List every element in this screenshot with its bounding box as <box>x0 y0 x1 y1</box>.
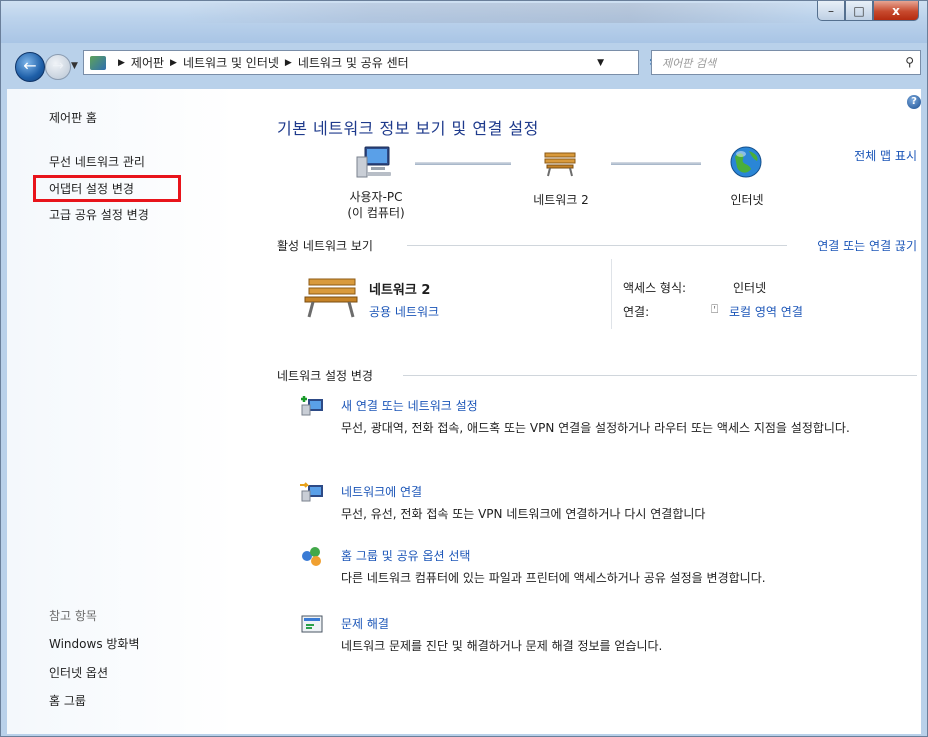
arrow-left-icon: ← <box>23 56 37 75</box>
divider <box>611 259 612 329</box>
main-panel: 기본 네트워크 정보 보기 및 연결 설정 전체 맵 표시 사용자-PC (이 … <box>277 89 917 734</box>
connection-icon: ⍞ <box>711 302 719 316</box>
sidebar-home-link[interactable]: 제어판 홈 <box>49 109 97 126</box>
connector-line <box>415 162 511 165</box>
task-troubleshoot-desc: 네트워크 문제를 진단 및 해결하거나 문제 해결 정보를 얻습니다. <box>341 639 663 653</box>
connection-link[interactable]: 로컬 영역 연결 <box>729 303 803 320</box>
network-label: 네트워크 2 <box>533 193 589 207</box>
see-also-internet-options[interactable]: 인터넷 옵션 <box>49 664 108 681</box>
arrow-right-icon: → <box>52 58 64 74</box>
chevron-right-icon[interactable]: ▶ <box>118 58 125 68</box>
sidebar-item-advanced-sharing[interactable]: 고급 공유 설정 변경 <box>49 206 149 223</box>
network-settings-header: 네트워크 설정 변경 <box>277 369 373 383</box>
access-type-value: 인터넷 <box>733 281 767 295</box>
title-bar: – □ x <box>1 1 927 43</box>
globe-icon <box>730 146 762 178</box>
active-networks-header: 활성 네트워크 보기 <box>277 239 373 253</box>
troubleshoot-icon <box>301 615 323 633</box>
task-homegroup-link[interactable]: 홈 그룹 및 공유 옵션 선택 <box>341 547 470 564</box>
connect-disconnect-link[interactable]: 연결 또는 연결 끊기 <box>817 237 917 254</box>
connection-label: 연결: <box>623 305 650 319</box>
forward-button[interactable]: → <box>45 54 71 80</box>
address-bar[interactable]: ▶ 제어판 ▶ 네트워크 및 인터넷 ▶ 네트워크 및 공유 센터 ▼ <box>83 50 639 75</box>
bench-icon <box>304 278 358 318</box>
connector-line <box>611 162 701 165</box>
control-panel-icon <box>90 55 106 70</box>
breadcrumb-network-internet[interactable]: 네트워크 및 인터넷 <box>183 54 279 71</box>
breadcrumb: ▶ 제어판 ▶ 네트워크 및 인터넷 ▶ 네트워크 및 공유 센터 <box>112 54 409 71</box>
connect-network-icon <box>300 482 323 502</box>
homegroup-icon <box>302 547 321 566</box>
new-connection-icon <box>301 396 323 416</box>
chevron-right-icon[interactable]: ▶ <box>170 58 177 68</box>
back-button[interactable]: ← <box>15 52 45 82</box>
address-dropdown-icon[interactable]: ▼ <box>597 58 604 68</box>
network-type-link[interactable]: 공용 네트워크 <box>369 303 439 320</box>
task-new-connection-desc: 무선, 광대역, 전화 접속, 애드혹 또는 VPN 연결을 설정하거나 라우터… <box>341 421 850 435</box>
window: – □ x ← → ▼ ▶ 제어판 ▶ 네트워크 및 인터넷 ▶ 네트워크 및 … <box>0 0 928 737</box>
sidebar-item-manage-wireless[interactable]: 무선 네트워크 관리 <box>49 153 145 170</box>
task-connect-network-link[interactable]: 네트워크에 연결 <box>341 483 422 500</box>
full-map-link[interactable]: 전체 맵 표시 <box>854 147 917 164</box>
access-type-label: 액세스 형식: <box>623 281 687 295</box>
task-new-connection-link[interactable]: 새 연결 또는 네트워크 설정 <box>341 397 478 414</box>
breadcrumb-control-panel[interactable]: 제어판 <box>131 54 164 71</box>
active-network-name: 네트워크 2 <box>369 283 431 298</box>
history-dropdown-icon[interactable]: ▼ <box>71 61 78 71</box>
bench-icon <box>544 152 576 177</box>
computer-icon <box>356 146 391 178</box>
computer-label: 사용자-PC (이 컴퓨터) <box>347 190 405 220</box>
search-icon[interactable]: ⚲ <box>905 55 914 69</box>
search-input[interactable] <box>660 56 884 71</box>
minimize-button[interactable]: – <box>817 1 845 21</box>
see-also-firewall[interactable]: Windows 방화벽 <box>49 635 140 652</box>
highlight-box <box>33 175 181 202</box>
task-troubleshoot-link[interactable]: 문제 해결 <box>341 615 389 632</box>
chevron-right-icon[interactable]: ▶ <box>285 58 292 68</box>
see-also-title: 참고 항목 <box>49 609 97 623</box>
task-homegroup-desc: 다른 네트워크 컴퓨터에 있는 파일과 프린터에 액세스하거나 공유 설정을 변… <box>341 571 766 585</box>
task-connect-network-desc: 무선, 유선, 전화 접속 또는 VPN 네트워크에 연결하거나 다시 연결합니… <box>341 507 706 521</box>
see-also-homegroup[interactable]: 홈 그룹 <box>49 692 86 709</box>
close-button[interactable]: x <box>873 1 919 21</box>
navigation-bar: ← → ▼ ▶ 제어판 ▶ 네트워크 및 인터넷 ▶ 네트워크 및 공유 센터 … <box>1 45 927 83</box>
search-box[interactable]: ⚲ <box>651 50 921 75</box>
maximize-button[interactable]: □ <box>845 1 873 21</box>
breadcrumb-network-sharing-center[interactable]: 네트워크 및 공유 센터 <box>298 54 409 71</box>
sidebar: 제어판 홈 무선 네트워크 관리 어댑터 설정 변경 고급 공유 설정 변경 참… <box>7 89 247 734</box>
content-area: 제어판 홈 무선 네트워크 관리 어댑터 설정 변경 고급 공유 설정 변경 참… <box>7 89 921 734</box>
internet-label: 인터넷 <box>730 193 764 207</box>
window-controls: – □ x <box>817 1 919 21</box>
page-title: 기본 네트워크 정보 보기 및 연결 설정 <box>277 119 539 138</box>
